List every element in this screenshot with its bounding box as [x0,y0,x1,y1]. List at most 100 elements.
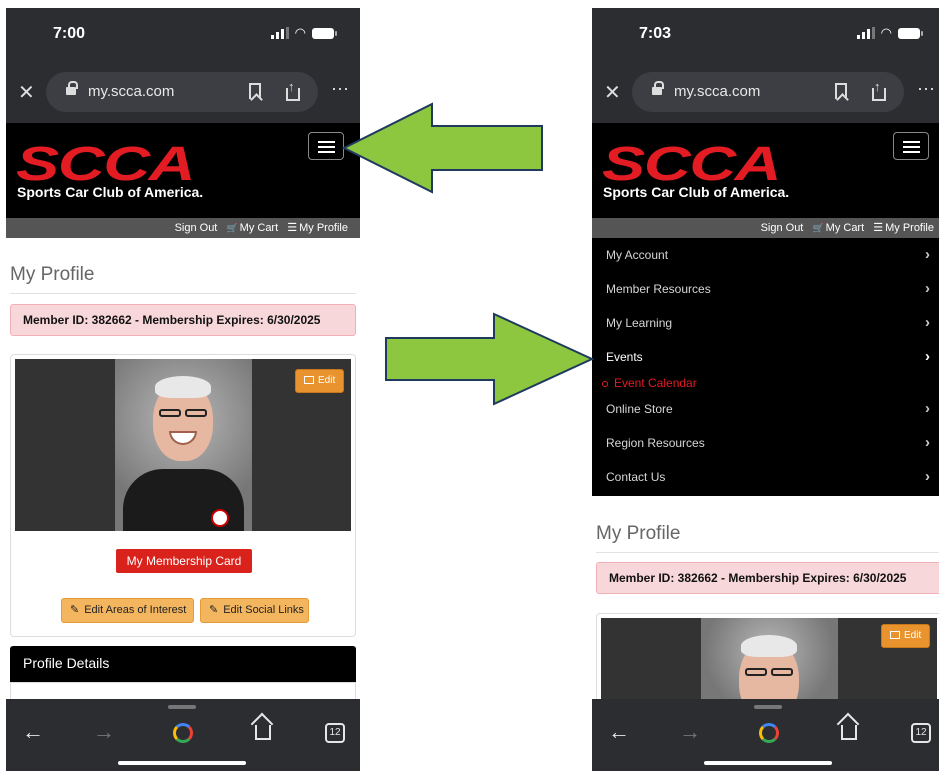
home-icon[interactable] [841,725,857,740]
profile-card: Edit [596,613,939,714]
cart-icon [812,222,825,234]
menu-item-label: Online Store [606,402,673,416]
submenu-item-event-calendar[interactable]: Event Calendar [592,374,939,392]
url-text: my.scca.com [88,83,175,100]
chevron-right-icon: › [925,348,930,365]
pencil-icon [70,604,84,616]
site-header: SCCA Sports Car Club of America. [6,123,360,218]
more-icon[interactable]: ⋯ [917,79,936,100]
hamburger-icon[interactable] [308,132,344,160]
wifi-icon: ◠ [294,25,306,40]
membership-alert: Member ID: 382662 - Membership Expires: … [596,562,939,594]
arrow-left-pointer [341,102,543,194]
sign-out-link[interactable]: Sign Out [761,222,804,234]
list-icon [873,222,885,234]
profile-details-header[interactable]: Profile Details [10,646,356,682]
wifi-icon: ◠ [880,25,892,40]
more-icon[interactable]: ⋯ [331,79,350,100]
page-title: My Profile [596,523,681,544]
portrait-glasses-left [745,668,767,676]
portrait-hair [741,635,797,657]
shirt-logo-patch [211,509,229,527]
menu-item-label: Contact Us [606,470,666,484]
chevron-right-icon: › [925,400,930,417]
menu-item-contact-us[interactable]: Contact Us › [592,460,939,494]
url-row: ✕ my.scca.com ↑ ⋯ [592,72,939,112]
comparison-canvas: 7:00 ◠ ✕ my.scca.com ↑ ⋯ SCCA Sports Car… [0,0,939,773]
scca-logo[interactable]: SCCA [602,141,782,189]
browser-chrome: 7:03 ◠ ✕ my.scca.com ↑ ⋯ [592,8,939,123]
edit-photo-label: Edit [904,630,922,641]
close-icon[interactable]: ✕ [604,80,621,105]
menu-item-label: Region Resources [606,436,705,450]
address-bar[interactable]: my.scca.com ↑ [632,72,904,112]
edit-social-label: Edit Social Links [223,604,304,616]
toolbar-handle[interactable] [168,705,196,709]
portrait-glasses-left [159,409,181,417]
edit-photo-button[interactable]: Edit [881,624,931,648]
hamburger-icon[interactable] [893,132,929,160]
tabs-icon[interactable]: 12 [325,723,345,743]
image-icon [890,631,900,639]
close-icon[interactable]: ✕ [18,80,35,105]
sign-out-link[interactable]: Sign Out [175,222,218,234]
bookmark-icon[interactable] [249,83,261,99]
home-indicator [118,761,246,765]
profile-photo: Edit [15,359,351,531]
address-bar[interactable]: my.scca.com ↑ [46,72,318,112]
menu-item-my-account[interactable]: My Account › [592,238,939,272]
url-row: ✕ my.scca.com ↑ ⋯ [6,72,360,112]
scca-logo[interactable]: SCCA [16,141,196,189]
arrow-left-shape [341,102,543,194]
my-profile-link[interactable]: My Profile [885,222,934,234]
user-bar: Sign Out My Cart My Profile [592,218,939,238]
status-time: 7:03 [639,25,672,42]
menu-item-member-resources[interactable]: Member Resources › [592,272,939,306]
home-indicator [704,761,832,765]
site-tagline: Sports Car Club of America. [603,184,790,200]
back-icon[interactable]: ← [608,719,630,745]
menu-item-events[interactable]: Events › [592,340,939,374]
edit-interest-label: Edit Areas of Interest [84,604,187,616]
google-lens-icon[interactable] [759,723,779,743]
menu-item-label: My Learning [606,316,673,330]
arrow-right-pointer [385,312,595,406]
menu-item-my-learning[interactable]: My Learning › [592,306,939,340]
profile-portrait [115,359,252,531]
url-text: my.scca.com [674,83,761,100]
forward-icon[interactable]: → [93,719,115,745]
lock-icon [652,81,664,97]
membership-card-button[interactable]: My Membership Card [116,549,252,573]
edit-areas-of-interest-button[interactable]: Edit Areas of Interest [61,598,194,623]
image-icon [304,376,314,384]
page-title: My Profile [10,264,95,285]
status-icons: ◠ [270,25,337,40]
bookmark-icon[interactable] [835,83,847,99]
forward-icon[interactable]: → [679,719,701,745]
toolbar-handle[interactable] [754,705,782,709]
battery-icon [898,27,923,39]
edit-photo-label: Edit [318,375,336,386]
back-icon[interactable]: ← [22,719,44,745]
battery-icon [312,27,337,39]
portrait-glasses-right [771,668,793,676]
chevron-right-icon: › [925,468,930,485]
browser-toolbar: ← → 12 [6,699,360,771]
edit-photo-button[interactable]: Edit [295,369,345,393]
browser-toolbar: ← → 12 [592,699,939,771]
menu-item-region-resources[interactable]: Region Resources › [592,426,939,460]
status-icons: ◠ [856,25,923,40]
site-header: SCCA Sports Car Club of America. [592,123,939,218]
chevron-right-icon: › [925,314,930,331]
tabs-icon[interactable]: 12 [911,723,931,743]
my-cart-link[interactable]: My Cart [826,222,865,234]
home-icon[interactable] [255,725,271,740]
google-lens-icon[interactable] [173,723,193,743]
menu-item-online-store[interactable]: Online Store › [592,392,939,426]
title-divider [10,293,356,294]
my-cart-link[interactable]: My Cart [240,222,279,234]
my-profile-link[interactable]: My Profile [299,222,348,234]
phone-screenshot-before: 7:00 ◠ ✕ my.scca.com ↑ ⋯ SCCA Sports Car… [6,8,360,771]
status-time: 7:00 [53,25,86,42]
edit-social-links-button[interactable]: Edit Social Links [200,598,309,623]
